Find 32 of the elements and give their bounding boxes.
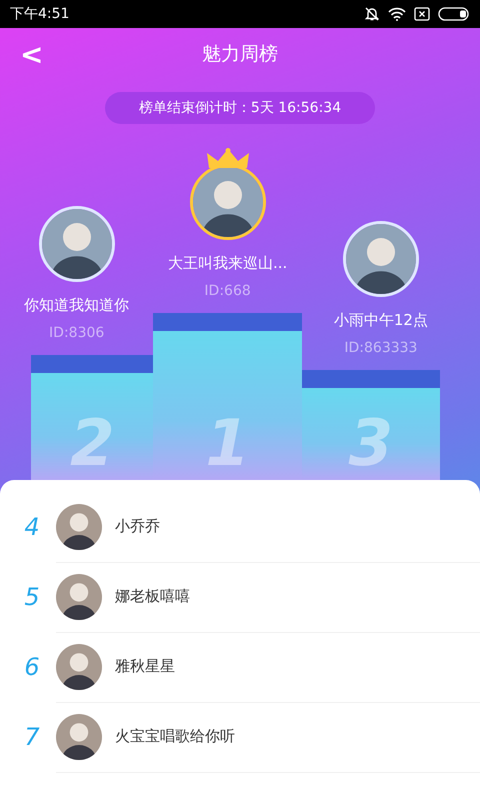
back-button[interactable]: <: [14, 38, 50, 71]
wifi-icon: [388, 7, 406, 21]
user-id: ID:863333: [344, 340, 418, 356]
status-time: 下午4:51: [10, 5, 70, 23]
user-id: ID:668: [204, 283, 251, 299]
user-name: 小雨中午12点: [334, 311, 428, 330]
rank-number: 6: [23, 653, 41, 681]
battery-icon: [438, 7, 470, 21]
avatar-icon[interactable]: [56, 644, 102, 690]
user-name[interactable]: 小乔乔: [115, 517, 160, 536]
sim-icon: [414, 7, 430, 21]
rank-number: 7: [23, 723, 41, 751]
rank-number: 4: [23, 513, 41, 541]
avatar-icon[interactable]: [56, 714, 102, 760]
user-name: 大王叫我来巡山...: [168, 254, 288, 273]
user-name[interactable]: 娜老板嘻嘻: [115, 587, 190, 606]
crown-icon: [206, 148, 250, 170]
avatar-icon[interactable]: [56, 574, 102, 620]
avatar-icon[interactable]: [342, 221, 419, 297]
rank-number: 5: [23, 583, 41, 611]
place-number: 2: [70, 412, 115, 476]
page-title: 魅力周榜: [202, 42, 278, 67]
user-name[interactable]: 火宝宝唱歌给你听: [115, 727, 235, 746]
user-id: ID:8306: [49, 325, 104, 341]
bell-off-icon: [364, 6, 380, 22]
user-name[interactable]: 雅秋星星: [115, 657, 175, 676]
place-number: 3: [348, 412, 394, 476]
user-name: 你知道我知道你: [24, 296, 130, 315]
avatar-icon[interactable]: [38, 206, 115, 282]
countdown-label: 榜单结束倒计时：5天 16:56:34: [104, 92, 376, 124]
avatar-icon[interactable]: [56, 504, 102, 550]
place-number: 1: [205, 412, 250, 476]
